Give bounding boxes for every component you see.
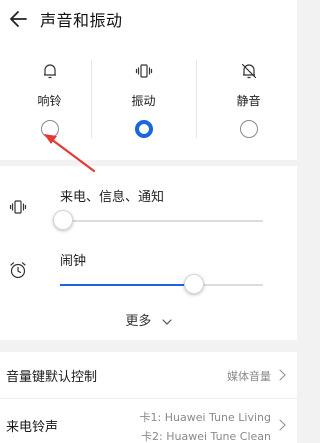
- app-bar: 声音和振动: [0, 0, 297, 38]
- volume-sliders: 来电、信息、通知 闹钟 更多: [0, 166, 297, 340]
- bell-icon: [43, 64, 56, 79]
- more-button[interactable]: 更多: [0, 310, 297, 329]
- mode-vibrate-label: 振动: [131, 94, 156, 108]
- ringtone-sim1-value: 卡1: Huawei Tune Living: [139, 411, 271, 424]
- volume-key-control-title: 音量键默认控制: [6, 370, 98, 385]
- back-button[interactable]: [6, 6, 32, 32]
- vibrate-icon: [135, 64, 152, 78]
- volume-key-control-value: 媒体音量: [227, 370, 271, 383]
- mode-ring[interactable]: 响铃: [0, 38, 99, 160]
- alarm-clock-icon: [10, 262, 26, 279]
- mode-silent-label: 静音: [236, 94, 261, 108]
- volume-key-control-row[interactable]: 音量键默认控制 媒体音量: [0, 352, 297, 398]
- arrow-left-icon: [10, 11, 27, 27]
- mode-divider: [196, 60, 197, 138]
- ringtone-sim2-value: 卡2: Huawei Tune Clean: [141, 430, 271, 443]
- mode-silent-radio[interactable]: [239, 120, 258, 138]
- mode-ring-radio[interactable]: [40, 120, 59, 138]
- more-label: 更多: [125, 314, 152, 329]
- ringtone-title: 来电铃声: [6, 420, 59, 435]
- page-title: 声音和振动: [40, 11, 123, 30]
- notification-volume-slider[interactable]: [53, 210, 263, 230]
- mode-ring-label: 响铃: [37, 94, 62, 108]
- bell-off-icon: [241, 63, 256, 79]
- vibrate-icon: [9, 200, 27, 214]
- chevron-right-icon: [279, 369, 286, 381]
- mode-vibrate-radio[interactable]: [134, 120, 153, 138]
- alarm-volume-slider[interactable]: [60, 274, 263, 294]
- slider-fill: [60, 284, 194, 286]
- alarm-volume-label: 闹钟: [60, 254, 87, 269]
- mode-vibrate[interactable]: 振动: [94, 38, 193, 160]
- chevron-right-icon: [279, 419, 286, 431]
- chevron-down-icon: [161, 318, 172, 325]
- slider-thumb[interactable]: [53, 210, 73, 230]
- slider-thumb[interactable]: [183, 274, 204, 294]
- notification-volume-label: 来电、信息、通知: [60, 190, 165, 205]
- ringtone-row[interactable]: 来电铃声 卡1: Huawei Tune Living 卡2: Huawei T…: [0, 399, 297, 443]
- mode-silent[interactable]: 静音: [199, 38, 298, 160]
- sound-mode-selector: 响铃 振动 静音: [0, 38, 297, 160]
- mode-divider: [91, 60, 92, 138]
